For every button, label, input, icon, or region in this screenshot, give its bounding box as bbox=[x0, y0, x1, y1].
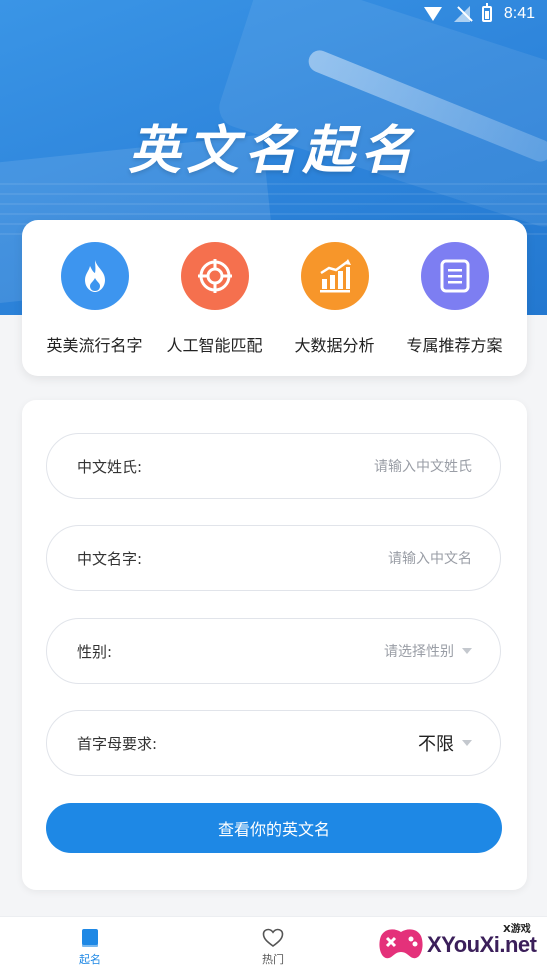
nav-label: 热门 bbox=[262, 953, 284, 966]
given-name-label: 中文名字: bbox=[77, 549, 143, 568]
surname-label: 中文姓氏: bbox=[77, 457, 143, 476]
gender-placeholder: 请选择性别 bbox=[384, 644, 454, 660]
status-time: 8:41 bbox=[503, 5, 535, 22]
target-icon bbox=[180, 242, 249, 310]
feature-label: 专属推荐方案 bbox=[406, 336, 503, 355]
feature-ai-matching[interactable]: 人工智能匹配 bbox=[152, 242, 277, 356]
feature-popular-names[interactable]: 英美流行名字 bbox=[32, 242, 157, 356]
given-name-input[interactable]: 请输入中文名 bbox=[388, 548, 472, 568]
feature-label: 大数据分析 bbox=[294, 336, 375, 355]
initial-selected: 不限 bbox=[418, 734, 454, 755]
chevron-down-icon bbox=[462, 740, 472, 746]
gamepad-logo-icon bbox=[379, 929, 423, 959]
feature-label: 英美流行名字 bbox=[46, 336, 143, 355]
battery-icon bbox=[481, 3, 492, 22]
flame-icon bbox=[60, 242, 129, 310]
chart-icon bbox=[300, 242, 369, 310]
nav-label: 起名 bbox=[79, 953, 101, 966]
surname-field[interactable]: 中文姓氏: 请输入中文姓氏 bbox=[46, 433, 501, 499]
site-watermark: XYouXi.net X游戏 bbox=[375, 918, 545, 970]
nav-item-naming[interactable]: 起名 bbox=[60, 927, 120, 967]
initial-value[interactable]: 不限 bbox=[418, 730, 472, 756]
gender-label: 性别: bbox=[77, 642, 113, 661]
feature-card: 英美流行名字 人工智能匹配 大数据分析 专属推荐方案 bbox=[22, 220, 527, 376]
feature-custom-plan[interactable]: 专属推荐方案 bbox=[392, 242, 517, 356]
gender-value[interactable]: 请选择性别 bbox=[384, 641, 472, 661]
initial-select[interactable]: 首字母要求: 不限 bbox=[46, 710, 501, 776]
wifi-icon bbox=[423, 7, 442, 21]
feature-label: 人工智能匹配 bbox=[166, 336, 263, 355]
nav-item-popular[interactable]: 热门 bbox=[243, 927, 303, 967]
chevron-down-icon bbox=[462, 648, 472, 654]
no-signal-icon bbox=[453, 6, 470, 22]
surname-input[interactable]: 请输入中文姓氏 bbox=[374, 456, 472, 476]
gender-select[interactable]: 性别: 请选择性别 bbox=[46, 618, 501, 684]
view-english-name-button[interactable]: 查看你的英文名 bbox=[46, 803, 502, 853]
initial-label: 首字母要求: bbox=[77, 734, 158, 753]
watermark-small-text: X游戏 bbox=[503, 924, 531, 935]
status-bar: 8:41 bbox=[0, 0, 547, 28]
document-icon bbox=[420, 242, 489, 310]
book-icon bbox=[60, 927, 120, 949]
name-form: 中文姓氏: 请输入中文姓氏 中文名字: 请输入中文名 性别: 请选择性别 首字母… bbox=[22, 400, 527, 890]
watermark-brand: XYouXi.net bbox=[427, 932, 537, 957]
app-title: 英文名起名 bbox=[128, 120, 419, 181]
heart-icon bbox=[243, 927, 303, 949]
given-name-field[interactable]: 中文名字: 请输入中文名 bbox=[46, 525, 501, 591]
feature-big-data[interactable]: 大数据分析 bbox=[272, 242, 397, 356]
